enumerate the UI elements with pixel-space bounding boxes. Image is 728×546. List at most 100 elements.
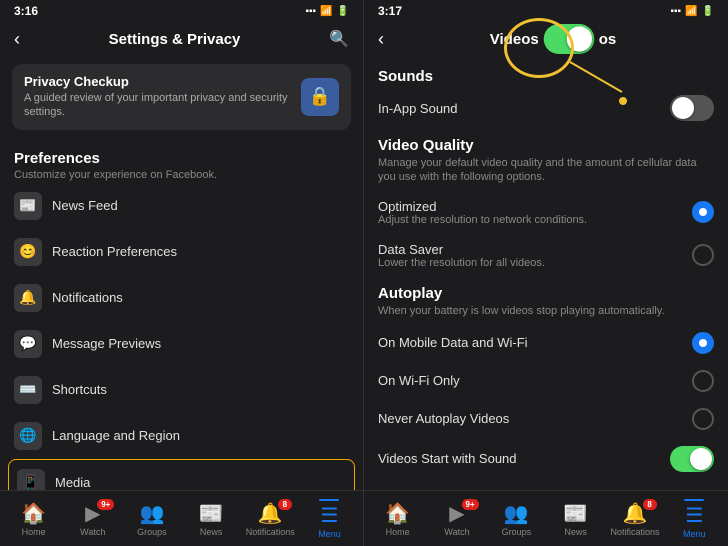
media-label: Media (55, 475, 90, 490)
wifi-icon: 📶 (320, 6, 332, 17)
menu-icon: ☰ (320, 503, 338, 528)
left-back-button[interactable]: ‹ (14, 29, 20, 50)
left-status-time: 3:16 (14, 4, 38, 18)
right-status-bar: 3:17 ▪▪▪ 📶 🔋 (364, 0, 728, 22)
header-toggle[interactable] (543, 24, 594, 54)
nav-menu[interactable]: ☰ Menu (300, 499, 359, 539)
right-news-icon: 📰 (563, 501, 588, 526)
news-label: News (200, 527, 223, 537)
menu-item-media[interactable]: 📱 Media (8, 459, 355, 490)
left-page-title: Settings & Privacy (109, 31, 241, 48)
videos-start-sound-toggle[interactable] (670, 446, 714, 472)
watch-label: Watch (80, 527, 105, 537)
notifications-nav-label: Notifications (246, 527, 295, 537)
autoplay-title: Autoplay (364, 277, 728, 304)
optimized-radio[interactable] (692, 201, 714, 223)
nav-notifications[interactable]: 8 🔔 Notifications (241, 501, 300, 537)
groups-label: Groups (137, 527, 167, 537)
right-wifi-icon: 📶 (685, 6, 697, 17)
notifications-label: Notifications (52, 290, 123, 305)
menu-item-notifications[interactable]: 🔔 Notifications (0, 275, 363, 321)
never-autoplay-radio[interactable] (692, 408, 714, 430)
videos-start-sound-knob (690, 448, 712, 470)
right-nav-groups[interactable]: 👥 Groups (487, 501, 546, 537)
right-nav-news[interactable]: 📰 News (546, 501, 605, 537)
right-watch-label: Watch (444, 527, 469, 537)
in-app-sound-toggle[interactable] (670, 95, 714, 121)
menu-item-message-previews[interactable]: 💬 Message Previews (0, 321, 363, 367)
reaction-icon: 😊 (14, 238, 42, 266)
menu-active-indicator (319, 499, 339, 501)
message-icon: 💬 (14, 330, 42, 358)
optimized-item[interactable]: Optimized Adjust the resolution to netwo… (364, 191, 728, 234)
right-nav-notifications[interactable]: 8 🔔 Notifications (605, 501, 664, 537)
right-home-label: Home (386, 527, 410, 537)
left-status-icons: ▪▪▪ 📶 🔋 (305, 6, 349, 17)
videos-start-sound-item[interactable]: Videos Start with Sound (364, 438, 728, 480)
right-news-label: News (564, 527, 587, 537)
preferences-section-header: Preferences Customize your experience on… (0, 140, 363, 183)
privacy-checkup-card[interactable]: Privacy Checkup A guided review of your … (12, 64, 351, 130)
shortcuts-label: Shortcuts (52, 382, 107, 397)
left-panel: 3:16 ▪▪▪ 📶 🔋 ‹ Settings & Privacy 🔍 Priv… (0, 0, 364, 546)
left-content: Privacy Checkup A guided review of your … (0, 60, 363, 490)
preferences-title: Preferences (14, 150, 349, 167)
datasaver-radio[interactable] (692, 244, 714, 266)
menu-item-newsfeed[interactable]: 📰 News Feed (0, 183, 363, 229)
privacy-card-title: Privacy Checkup (24, 74, 293, 89)
mobile-data-wifi-radio[interactable] (692, 332, 714, 354)
in-app-sound-knob (672, 97, 694, 119)
newsfeed-label: News Feed (52, 198, 118, 213)
right-menu-active-indicator (684, 499, 704, 501)
menu-item-language[interactable]: 🌐 Language and Region (0, 413, 363, 459)
right-nav-home[interactable]: 🏠 Home (368, 501, 427, 537)
in-app-sound-item[interactable]: In-App Sound (364, 87, 728, 129)
right-nav-watch[interactable]: 9+ ▶ Watch (427, 501, 486, 537)
nav-home[interactable]: 🏠 Home (4, 501, 63, 537)
right-nav-menu[interactable]: ☰ Menu (665, 499, 724, 539)
shortcuts-icon: ⌨️ (14, 376, 42, 404)
never-autoplay-item[interactable]: Never Autoplay Videos (364, 400, 728, 438)
mobile-data-wifi-item[interactable]: On Mobile Data and Wi-Fi (364, 324, 728, 362)
newsfeed-icon: 📰 (14, 192, 42, 220)
videos-start-sound-label: Videos Start with Sound (378, 451, 670, 466)
autoplay-sub: When your battery is low videos stop pla… (364, 304, 728, 324)
home-label: Home (22, 527, 46, 537)
menu-item-shortcuts[interactable]: ⌨️ Shortcuts (0, 367, 363, 413)
nav-groups[interactable]: 👥 Groups (122, 501, 181, 537)
datasaver-sublabel: Lower the resolution for all videos. (378, 257, 692, 269)
left-status-bar: 3:16 ▪▪▪ 📶 🔋 (0, 0, 363, 22)
optimized-sublabel: Adjust the resolution to network conditi… (378, 214, 692, 226)
right-groups-label: Groups (502, 527, 532, 537)
never-autoplay-label: Never Autoplay Videos (378, 411, 692, 426)
right-back-button[interactable]: ‹ (378, 29, 384, 50)
datasaver-item[interactable]: Data Saver Lower the resolution for all … (364, 234, 728, 277)
menu-item-reaction[interactable]: 😊 Reaction Preferences (0, 229, 363, 275)
nav-watch[interactable]: 9+ ▶ Watch (63, 501, 122, 537)
video-quality-title: Video Quality (364, 129, 728, 156)
video-quality-sub: Manage your default video quality and th… (364, 156, 728, 191)
wifi-only-item[interactable]: On Wi-Fi Only (364, 362, 728, 400)
right-notifications-badge: 8 (643, 499, 657, 510)
mobile-data-wifi-label: On Mobile Data and Wi-Fi (378, 335, 692, 350)
left-bottom-nav: 🏠 Home 9+ ▶ Watch 👥 Groups 📰 News 8 🔔 No… (0, 490, 363, 546)
right-panel: 3:17 ▪▪▪ 📶 🔋 ‹ Videos os Sounds In-App S… (364, 0, 728, 546)
wifi-only-radio[interactable] (692, 370, 714, 392)
home-icon: 🏠 (21, 501, 46, 526)
left-nav-header: ‹ Settings & Privacy 🔍 (0, 22, 363, 60)
groups-icon: 👥 (139, 501, 164, 526)
right-bottom-nav: 🏠 Home 9+ ▶ Watch 👥 Groups 📰 News 8 🔔 No… (364, 490, 728, 546)
optimized-label: Optimized (378, 199, 692, 214)
right-nav-header: ‹ Videos os (364, 22, 728, 60)
privacy-card-icon: 🔒 (301, 78, 339, 116)
battery-icon: 🔋 (337, 6, 349, 17)
wifi-only-label: On Wi-Fi Only (378, 373, 692, 388)
datasaver-label: Data Saver (378, 242, 692, 257)
right-page-title-2: os (599, 31, 617, 48)
news-icon: 📰 (199, 501, 224, 526)
nav-news[interactable]: 📰 News (182, 501, 241, 537)
language-icon: 🌐 (14, 422, 42, 450)
media-icon: 📱 (17, 469, 45, 490)
left-search-button[interactable]: 🔍 (329, 29, 349, 49)
notifications-icon: 🔔 (14, 284, 42, 312)
